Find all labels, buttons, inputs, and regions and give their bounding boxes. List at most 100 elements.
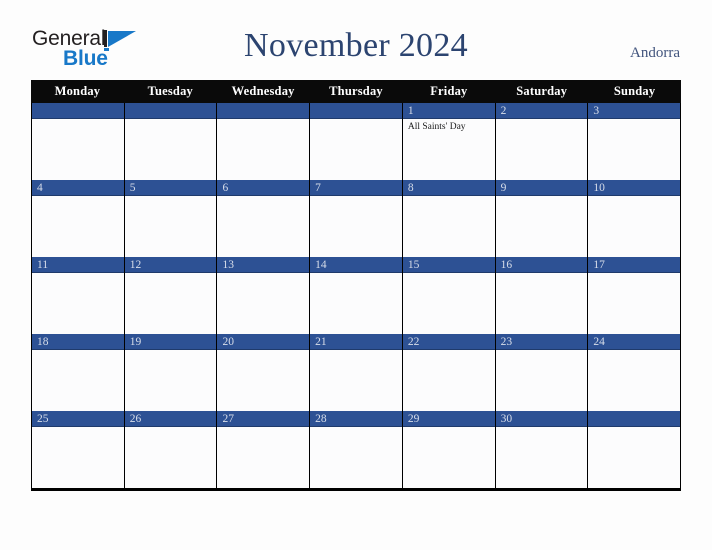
day-events [217,119,309,180]
weekday-header-monday: Monday [54,84,101,98]
day-number: 5 [124,180,217,196]
day-events [496,350,588,411]
day-events [125,119,217,180]
calendar-day-cell-21[interactable]: 21 [310,334,403,411]
calendar-day-cell-8[interactable]: 8 [402,180,496,257]
day-number: 22 [402,334,495,350]
calendar-day-cell-26[interactable]: 26 [124,411,218,488]
calendar-day-cell-empty[interactable] [124,103,218,180]
calendar-day-cell-27[interactable]: 27 [217,411,311,488]
day-events [403,196,495,257]
day-number: 11 [32,257,124,273]
day-events [310,427,402,488]
day-events [588,273,680,334]
day-number: 18 [32,334,124,350]
day-number: 8 [402,180,495,196]
day-events [496,427,588,488]
day-events [125,273,217,334]
calendar-day-cell-16[interactable]: 16 [495,257,589,334]
calendar-day-cell-14[interactable]: 14 [310,257,403,334]
calendar-week-row: 4 5 6 7 8 9 10 [31,180,682,257]
day-number: 25 [32,411,124,427]
calendar-day-cell-24[interactable]: 24 [588,334,682,411]
calendar-day-cell-23[interactable]: 23 [495,334,589,411]
day-number: 2 [495,103,588,119]
day-number: 24 [588,334,681,350]
day-number: 17 [588,257,681,273]
calendar-day-cell-13[interactable]: 13 [217,257,311,334]
calendar-day-cell-18[interactable]: 18 [32,334,125,411]
day-number [588,411,681,427]
day-number [32,103,124,119]
calendar-day-cell-1[interactable]: 1 All Saints' Day [402,103,496,180]
country-label: Andorra [630,45,680,61]
day-number: 23 [495,334,588,350]
calendar-day-cell-6[interactable]: 6 [217,180,311,257]
day-events [310,196,402,257]
calendar-day-cell-empty[interactable] [32,103,125,180]
day-number: 14 [310,257,402,273]
calendar-day-cell-28[interactable]: 28 [310,411,403,488]
calendar-day-cell-9[interactable]: 9 [495,180,589,257]
day-events [125,427,217,488]
calendar-day-cell-20[interactable]: 20 [217,334,311,411]
calendar-day-cell-12[interactable]: 12 [124,257,218,334]
weekday-header-tuesday: Tuesday [147,84,193,98]
day-number: 12 [124,257,217,273]
day-events [125,350,217,411]
calendar-day-cell-4[interactable]: 4 [32,180,125,257]
day-number: 4 [32,180,124,196]
day-number: 26 [124,411,217,427]
day-events [125,196,217,257]
day-number [217,103,310,119]
day-events [403,273,495,334]
day-number: 28 [310,411,402,427]
holiday-label: All Saints' Day [407,122,466,132]
calendar-day-cell-empty[interactable] [217,103,311,180]
day-number [124,103,217,119]
day-number: 9 [495,180,588,196]
calendar-day-cell-25[interactable]: 25 [32,411,125,488]
day-events [32,427,124,488]
day-number: 16 [495,257,588,273]
day-events [496,119,588,180]
day-number: 19 [124,334,217,350]
day-number [310,103,402,119]
calendar-day-cell-29[interactable]: 29 [402,411,496,488]
day-number: 13 [217,257,310,273]
calendar-day-cell-15[interactable]: 15 [402,257,496,334]
day-events [32,119,124,180]
day-number: 29 [402,411,495,427]
calendar-day-cell-17[interactable]: 17 [588,257,682,334]
calendar-week-row: 25 26 27 28 29 30 [31,411,682,491]
calendar-day-cell-empty[interactable] [588,411,682,488]
calendar-day-cell-19[interactable]: 19 [124,334,218,411]
calendar-week-row: 18 19 20 21 22 23 24 [31,334,682,411]
day-events [217,350,309,411]
calendar-day-cell-22[interactable]: 22 [402,334,496,411]
calendar-day-cell-10[interactable]: 10 [588,180,682,257]
weekday-header-row: Monday Tuesday Wednesday Thursday Friday Satu… [31,80,681,103]
calendar-day-cell-empty[interactable] [310,103,403,180]
page-header: General Blue November 2024 Andorra [0,0,712,78]
weekday-header-wednesday: Wednesday [231,84,295,98]
calendar-day-cell-5[interactable]: 5 [124,180,218,257]
calendar-day-cell-3[interactable]: 3 [588,103,682,180]
calendar-day-cell-11[interactable]: 11 [32,257,125,334]
day-events [588,196,680,257]
day-events [310,273,402,334]
calendar-body: 1 All Saints' Day 2 3 4 5 6 7 8 9 10 11 12 13 14 15 16 17… [31,103,682,491]
day-number: 1 [402,103,495,119]
day-events [32,273,124,334]
day-number: 15 [402,257,495,273]
calendar-page: General Blue November 2024 Andorra Monda… [0,0,712,550]
calendar-day-cell-7[interactable]: 7 [310,180,403,257]
calendar-day-cell-30[interactable]: 30 [495,411,589,488]
day-number: 6 [217,180,310,196]
calendar-week-row: 11 12 13 14 15 16 17 [31,257,682,334]
weekday-header-thursday: Thursday [329,84,383,98]
weekday-header-sunday: Sunday [613,84,656,98]
day-events [588,119,680,180]
day-number: 21 [310,334,402,350]
calendar-day-cell-2[interactable]: 2 [495,103,589,180]
